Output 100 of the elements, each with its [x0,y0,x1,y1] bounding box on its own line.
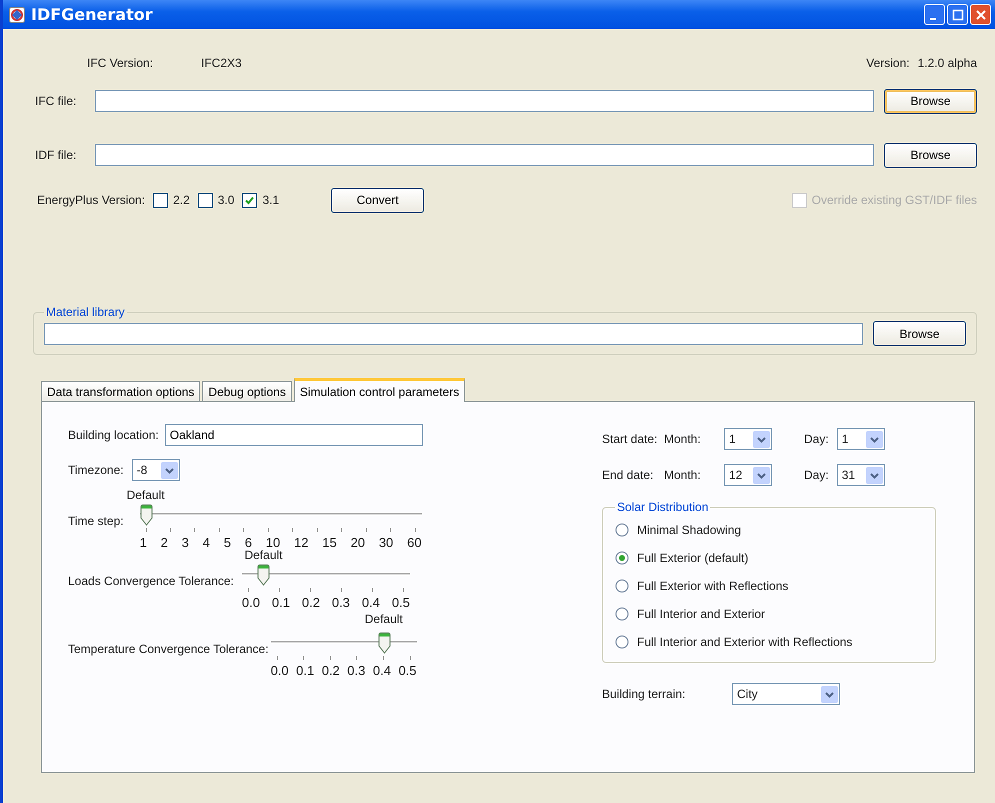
tick-mark [218,528,220,532]
app-version-value: 1.2.0 alpha [918,56,977,70]
building-terrain-dropdown[interactable]: City [732,683,840,705]
file-path-field[interactable] [95,90,874,112]
default-marker-label: Default [364,612,403,626]
energyplus-version-label: EnergyPlus Version: [37,193,146,207]
tick-label: 60 [407,535,422,550]
tick-mark [366,528,367,532]
tick-label: 4 [202,535,210,550]
slider-label: Temperature Convergence Tolerance: [68,641,269,656]
file-label: IDF file: [35,148,78,162]
tick-label: 0.5 [392,595,410,610]
minimize-button[interactable] [924,4,945,25]
tick-label: 15 [322,535,337,550]
tick-mark [414,528,416,532]
tick-mark [390,528,392,532]
tick-mark [303,656,304,660]
material-library-field[interactable] [44,322,863,344]
building-location-label: Building location: [68,428,159,442]
tick-label: 30 [378,535,394,550]
tick-mark [243,528,244,532]
tick-mark [194,528,196,532]
month-dropdown[interactable]: 12 [724,464,772,486]
tick-mark [248,588,249,592]
minimize-icon [930,18,936,20]
tick-label: 0.2 [302,595,320,610]
tick-label: 0.5 [398,663,417,678]
radio-label: Minimal Shadowing [637,523,742,537]
checkbox[interactable] [153,192,168,208]
slider-thumb[interactable] [378,632,391,654]
app-version-label: Version: [866,56,910,70]
override-label: Override existing GST/IDF files [812,193,977,207]
radio-label: Full Interior and Exterior [637,607,766,621]
slider-label: Time step: [68,513,124,528]
radio-button[interactable] [615,607,629,621]
tick-label: 0.0 [242,595,260,610]
tick-mark [356,656,358,660]
checkbox-label: 3.0 [218,193,234,207]
tick-mark [410,656,411,660]
building-terrain-label: Building terrain: [602,687,686,701]
window-title: IDFGenerator [31,5,153,24]
browse-button[interactable]: Browse [884,142,977,168]
timezone-dropdown[interactable]: -8 [132,459,180,481]
day-dropdown[interactable]: 1 [836,428,885,450]
close-button[interactable] [970,4,991,25]
tick-label: 0.0 [270,663,289,678]
default-marker-label: Default [244,548,282,562]
day-label: Day: [804,468,829,482]
tick-label: 0.3 [332,595,350,610]
tick-label: 0.1 [296,663,314,678]
date-label: End date: [602,468,654,482]
tick-label: 0.3 [347,663,366,678]
radio-label: Full Exterior (default) [637,551,748,565]
checkbox[interactable] [198,192,213,208]
slider-thumb[interactable] [140,504,153,526]
maximize-icon [952,8,964,20]
month-label: Month: [664,432,702,446]
slider-thumb[interactable] [257,564,270,586]
browse-button[interactable]: Browse [873,321,966,346]
default-marker-label: Default [126,488,165,502]
file-label: IFC file: [35,94,78,108]
app-icon [9,6,25,22]
radio-button[interactable] [615,635,629,649]
ifc-version-label: IFC Version: [87,56,154,70]
month-dropdown[interactable]: 1 [724,428,772,450]
date-label: Start date: [602,432,658,446]
tab[interactable]: Simulation control parameters [294,378,466,402]
tick-mark [316,528,318,532]
file-path-field[interactable] [95,144,874,166]
building-location-field[interactable]: Oakland [164,424,423,446]
group-title: Solar Distribution [616,500,710,514]
tick-mark [268,528,269,532]
radio-button[interactable] [615,523,629,537]
day-dropdown[interactable]: 31 [836,464,885,486]
radio-label: Full Interior and Exterior with Reflections [637,635,852,649]
tick-mark [330,656,331,660]
tick-mark [310,588,311,592]
tick-mark [372,588,373,592]
checkbox[interactable] [242,192,258,208]
tick-mark [278,588,280,592]
tick-mark [276,656,278,660]
tick-label: 12 [294,535,308,550]
tick-label: 0.4 [362,595,380,610]
check-icon [244,194,256,206]
day-label: Day: [804,432,829,446]
convert-button[interactable]: Convert [331,188,424,212]
tick-mark [292,528,294,532]
maximize-button[interactable] [947,4,968,25]
close-icon [974,8,986,20]
timezone-label: Timezone: [68,463,124,477]
tab[interactable]: Debug options [202,381,292,401]
tick-mark [382,656,384,660]
tick-mark [170,528,172,532]
month-label: Month: [664,468,702,482]
radio-button[interactable] [615,579,629,593]
tab[interactable]: Data transformation options [41,381,200,401]
radio-button[interactable] [615,551,629,565]
browse-button[interactable]: Browse [884,88,977,114]
tick-mark [402,588,404,592]
tick-mark [341,528,342,532]
